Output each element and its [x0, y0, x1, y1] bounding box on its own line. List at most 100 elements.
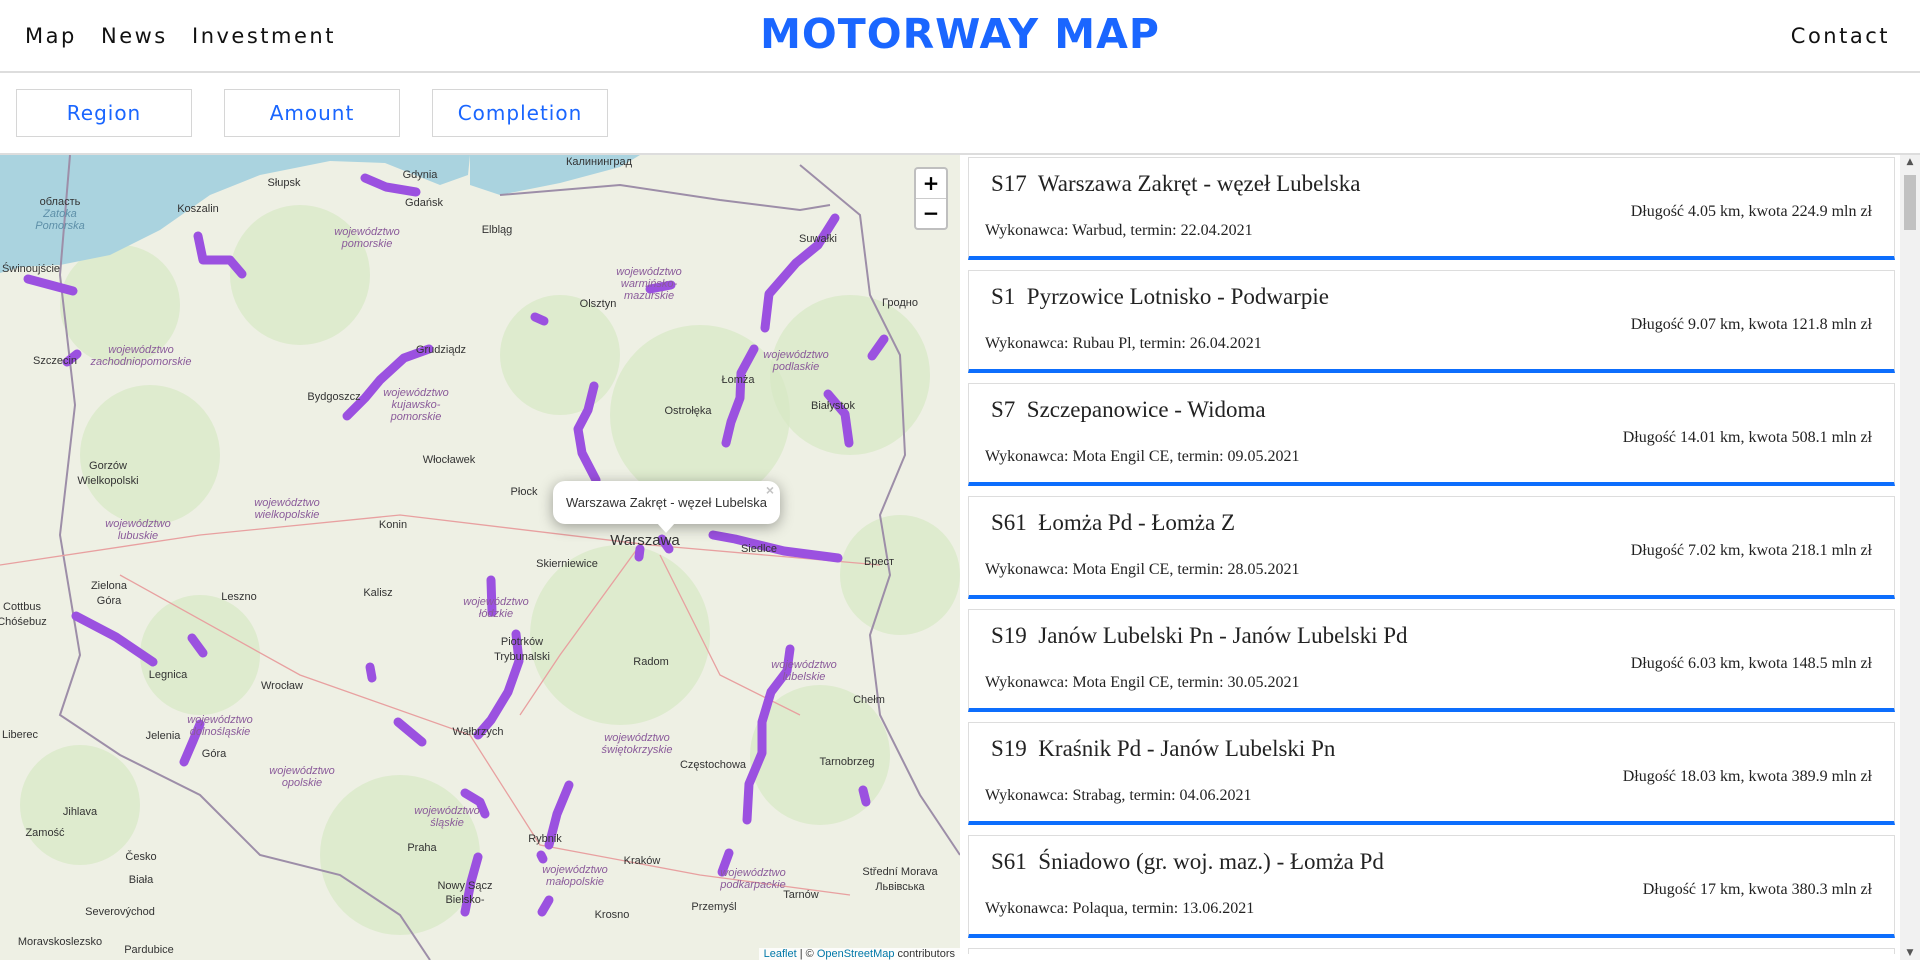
region-label: województwo	[463, 596, 528, 608]
filter-completion-button[interactable]: Completion	[432, 89, 608, 137]
project-title: S1 Pyrzowice Lotnisko - Podwarpie	[991, 284, 1329, 310]
motorway-route	[530, 312, 549, 326]
attribution-text: contributors	[894, 948, 955, 960]
city-label: Olsztyn	[580, 298, 617, 310]
city-label: Jelenia	[146, 730, 182, 742]
road-number: S19	[991, 736, 1027, 761]
project-card[interactable]: S17 Warszawa Zakręt - węzeł Lubelska Dłu…	[968, 157, 1895, 260]
region-label: województwo	[105, 518, 170, 530]
project-name: Pyrzowice Lotnisko - Podwarpie	[1026, 284, 1329, 309]
map-canvas[interactable]: Słupsk Gdynia Gdańsk Калининград Elbląg Kosza…	[0, 155, 960, 960]
scroll-up-icon[interactable]: ▲	[1900, 157, 1920, 167]
city-label: Konin	[379, 519, 407, 531]
region-label: świętokrzyskie	[602, 744, 673, 756]
project-name: Śniadowo (gr. woj. maz.) - Łomża Pd	[1038, 849, 1384, 874]
project-card[interactable]: S61 Łomża Pd - Łomża Z Długość 7.02 km, …	[968, 496, 1895, 599]
region-label: lubelskie	[783, 671, 826, 683]
city-label: Wrocław	[261, 680, 303, 692]
site-title: MOTORWAY MAP	[760, 10, 1160, 58]
region-label: województwo	[604, 732, 669, 744]
filter-region-button[interactable]: Region	[16, 89, 192, 137]
top-header: Map News Investment MOTORWAY MAP Contact	[0, 0, 1920, 73]
city-label: Suwałki	[799, 233, 837, 245]
project-length-amount: Długość 17 km, kwota 380.3 mln zł	[1642, 881, 1872, 898]
forest-area	[500, 295, 620, 415]
popup-text: Warszawa Zakręt - węzeł Lubelska	[565, 495, 768, 510]
region-label: województwo	[334, 226, 399, 238]
region-label: województwo	[720, 867, 785, 879]
popup-close-icon[interactable]: ×	[766, 482, 774, 498]
city-label: Калининград	[566, 156, 633, 168]
region-label: łódzkie	[479, 608, 513, 620]
city-label: Piotrków	[501, 636, 543, 648]
city-label: Zatoka	[42, 208, 77, 220]
project-name: Warszawa Zakręt - węzeł Lubelska	[1037, 171, 1361, 196]
attribution-separator: | ©	[796, 948, 817, 960]
project-card[interactable]: S1 Pyrzowice Lotnisko - Podwarpie Długoś…	[968, 270, 1895, 373]
motorway-route	[634, 544, 645, 562]
city-label: Rybnik	[528, 833, 562, 845]
road-number: S61	[991, 510, 1027, 535]
project-name: Łomża Pd - Łomża Z	[1038, 510, 1236, 535]
city-label: Koszalin	[177, 203, 219, 215]
scroll-down-icon[interactable]: ▼	[1900, 948, 1920, 958]
region-label: śląskie	[430, 817, 464, 829]
road-number: S7	[991, 397, 1016, 422]
city-label: Гродно	[882, 297, 918, 309]
motorway-route	[365, 662, 377, 683]
city-label: Biała	[129, 874, 154, 886]
project-card[interactable]: S61 Śniadowo (gr. woj. maz.) - Łomża Pd …	[968, 835, 1895, 938]
city-label: Włocławek	[423, 454, 476, 466]
project-title: S19 Kraśnik Pd - Janów Lubelski Pn	[991, 736, 1335, 762]
region-label: pomorskie	[341, 238, 393, 250]
region-label: województwo	[269, 765, 334, 777]
motorway-route	[393, 717, 427, 747]
region-label: opolskie	[282, 777, 322, 789]
city-label: Bielsko-	[445, 894, 484, 906]
city-label: Kraków	[624, 855, 661, 867]
road-number: S19	[991, 623, 1027, 648]
city-label: Střední Morava	[862, 866, 938, 878]
city-label: Moravskoslezsko	[18, 936, 102, 948]
road-number: S17	[991, 171, 1027, 196]
city-label: Praha	[407, 842, 437, 854]
region-label: mazurskie	[624, 290, 674, 302]
region-label: zachodniopomorskie	[90, 356, 192, 368]
road-number: S1	[991, 284, 1016, 309]
city-label: Częstochowa	[680, 759, 747, 771]
zoom-control: + −	[914, 167, 948, 230]
project-length-amount: Długość 7.02 km, kwota 218.1 mln zł	[1630, 542, 1872, 559]
project-card[interactable]	[968, 948, 1895, 954]
city-label: Białystok	[811, 400, 856, 412]
osm-link[interactable]: OpenStreetMap	[817, 948, 895, 960]
project-contractor: Wykonawca: Mota Engil CE, termin: 30.05.…	[985, 674, 1300, 691]
motorway-route	[536, 850, 548, 864]
project-title: S61 Śniadowo (gr. woj. maz.) - Łomża Pd	[991, 849, 1384, 875]
project-card[interactable]: S7 Szczepanowice - Widoma Długość 14.01 …	[968, 383, 1895, 486]
city-label: Radom	[633, 656, 668, 668]
project-contractor: Wykonawca: Mota Engil CE, termin: 28.05.…	[985, 561, 1300, 578]
city-label: Liberec	[2, 729, 39, 741]
city-label: Брест	[864, 556, 894, 568]
popup-tip	[657, 523, 675, 533]
map[interactable]: Słupsk Gdynia Gdańsk Калининград Elbląg Kosza…	[0, 155, 960, 960]
motorway-route	[537, 895, 554, 917]
project-contractor: Wykonawca: Mota Engil CE, termin: 09.05.…	[985, 448, 1300, 465]
project-card[interactable]: S19 Kraśnik Pd - Janów Lubelski Pn Długo…	[968, 722, 1895, 825]
motorway-route	[71, 611, 158, 667]
filter-amount-button[interactable]: Amount	[224, 89, 400, 137]
city-label: Trybunalski	[494, 651, 550, 663]
city-label: Góra	[97, 595, 122, 607]
zoom-out-button[interactable]: −	[916, 198, 946, 228]
zoom-in-button[interactable]: +	[916, 169, 946, 198]
leaflet-link[interactable]: Leaflet	[764, 948, 797, 960]
scrollbar[interactable]: ▲ ▼	[1900, 155, 1920, 960]
project-name: Szczepanowice - Widoma	[1026, 397, 1266, 422]
region-label: wielkopolskie	[255, 509, 320, 521]
project-name: Kraśnik Pd - Janów Lubelski Pn	[1038, 736, 1336, 761]
city-label: Львівська	[875, 881, 925, 893]
nav-contact[interactable]: Contact	[1791, 24, 1890, 48]
scrollbar-thumb[interactable]	[1904, 175, 1916, 230]
project-card[interactable]: S19 Janów Lubelski Pn - Janów Lubelski P…	[968, 609, 1895, 712]
road-number: S61	[991, 849, 1027, 874]
